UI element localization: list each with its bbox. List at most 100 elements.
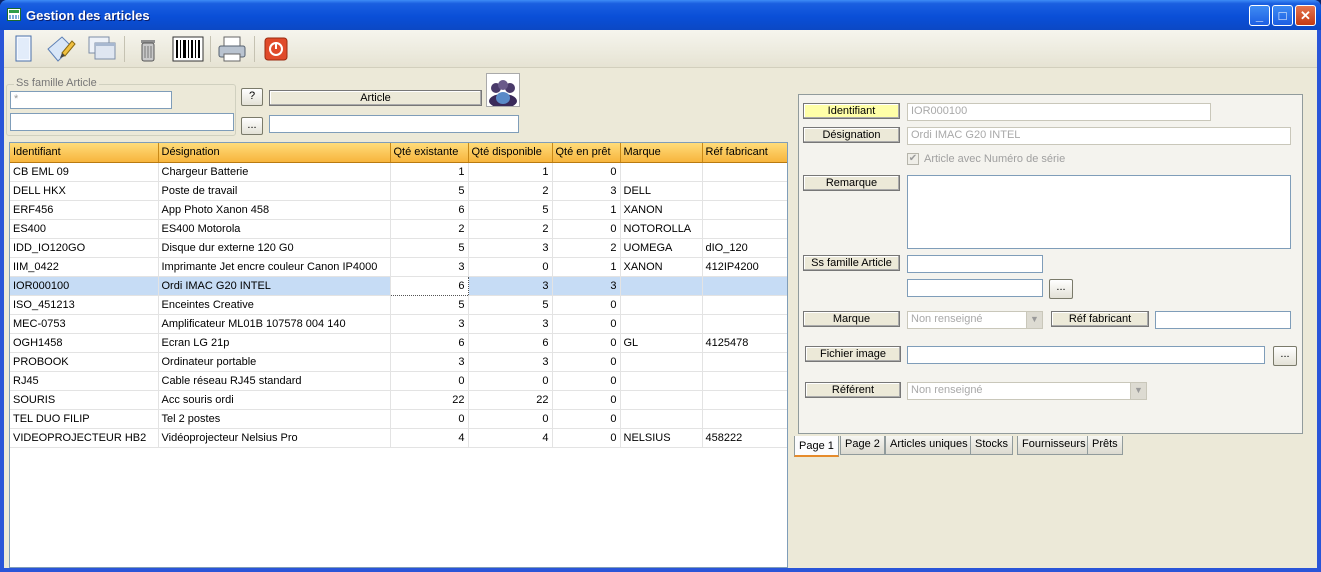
tab-page-1-content: Identifiant IOR000100 Désignation Ordi I… — [798, 94, 1303, 434]
quit-icon[interactable] — [260, 33, 292, 65]
table-cell: GL — [620, 333, 703, 353]
column-header[interactable]: Qté disponible — [468, 143, 553, 163]
table-row[interactable]: MEC-0753 Amplificateur ML01B 107578 004 1… — [10, 314, 787, 334]
table-cell: 4 — [468, 428, 553, 448]
ssfamille-desc-field[interactable] — [907, 279, 1043, 297]
table-row[interactable]: VIDEOPROJECTEUR HB2 Vidéoprojecteur Nelsi… — [10, 428, 787, 448]
table-cell: Tel 2 postes — [158, 409, 391, 429]
marque-dropdown[interactable]: Non renseigné ▼ — [907, 311, 1043, 329]
toolbar — [4, 30, 1317, 68]
ssfamille-code-field[interactable] — [907, 255, 1043, 273]
table-cell: App Photo Xanon 458 — [158, 200, 391, 220]
table-cell: IDD_IO120GO — [10, 238, 159, 258]
table-cell: 6 — [468, 333, 553, 353]
edit-icon[interactable] — [44, 33, 76, 65]
column-header[interactable]: Identifiant — [10, 143, 159, 163]
articles-table[interactable]: Identifiant Désignation Qté existante Qté d… — [9, 142, 788, 568]
ssfamille-desc-input[interactable] — [10, 113, 234, 131]
app-window: Gestion des articles _ □ ✕ Ss famille Ar… — [0, 0, 1321, 572]
table-row[interactable]: IDD_IO120GO Disque dur externe 120 G0 5 3 2 U… — [10, 238, 787, 258]
table-row[interactable]: DELL HKX Poste de travail 5 2 3 DELL — [10, 181, 787, 201]
tab-articles-uniques[interactable]: Articles uniques — [885, 436, 973, 455]
print-icon[interactable] — [216, 33, 248, 65]
fichier-image-field[interactable] — [907, 346, 1265, 364]
table-cell: ISO_451213 — [10, 295, 159, 315]
browse-image-button[interactable]: ... — [1273, 346, 1297, 366]
maximize-button[interactable]: □ — [1272, 5, 1293, 26]
ref-fabricant-label: Réf fabricant — [1051, 311, 1149, 327]
column-header[interactable]: Désignation — [158, 143, 391, 163]
column-header[interactable]: Qté en prêt — [552, 143, 621, 163]
tab-prets[interactable]: Prêts — [1087, 436, 1123, 455]
ref-fabricant-field[interactable] — [1155, 311, 1291, 329]
table-cell: ES400 — [10, 219, 159, 239]
new-icon[interactable] — [8, 33, 40, 65]
remarque-label: Remarque — [803, 175, 900, 191]
ssfamille-filter-input[interactable]: * — [10, 91, 172, 109]
minimize-button[interactable]: _ — [1249, 5, 1270, 26]
table-cell: 5 — [390, 238, 469, 258]
table-cell: dIO_120 — [702, 238, 787, 258]
title-bar[interactable]: Gestion des articles _ □ ✕ — [0, 0, 1321, 30]
duplicate-icon[interactable] — [86, 33, 118, 65]
identifiant-label: Identifiant — [803, 103, 900, 119]
browse-ssfamille-detail-button[interactable]: ... — [1049, 279, 1073, 299]
chevron-down-icon[interactable]: ▼ — [1130, 383, 1146, 399]
close-button[interactable]: ✕ — [1295, 5, 1316, 26]
table-cell: 0 — [552, 428, 621, 448]
column-header[interactable]: Marque — [620, 143, 703, 163]
referent-dropdown[interactable]: Non renseigné ▼ — [907, 382, 1147, 400]
table-row[interactable]: CB EML 09 Chargeur Batterie 1 1 0 — [10, 162, 787, 182]
help-button[interactable]: ? — [241, 88, 263, 106]
table-cell: Poste de travail — [158, 181, 391, 201]
table-row[interactable]: IIM_0422 Imprimante Jet encre couleur Can… — [10, 257, 787, 277]
column-header[interactable]: Qté existante — [390, 143, 469, 163]
serial-checkbox[interactable]: ✔ — [907, 153, 919, 165]
table-cell: 3 — [552, 181, 621, 201]
browse-ssfamille-button[interactable]: ... — [241, 117, 263, 135]
chevron-down-icon[interactable]: ▼ — [1026, 312, 1042, 328]
table-cell: Ecran LG 21p — [158, 333, 391, 353]
table-cell — [702, 295, 787, 315]
article-search-input[interactable] — [269, 115, 519, 133]
table-cell: 0 — [552, 162, 621, 182]
delete-icon[interactable] — [132, 33, 164, 65]
table-cell — [620, 295, 703, 315]
table-cell: 4 — [390, 428, 469, 448]
table-cell — [620, 276, 703, 296]
article-button[interactable]: Article — [269, 90, 482, 106]
column-header[interactable]: Réf fabricant — [702, 143, 787, 163]
table-cell: 3 — [468, 276, 553, 296]
table-cell: 412IP4200 — [702, 257, 787, 277]
tab-page-2[interactable]: Page 2 — [840, 436, 885, 455]
designation-field[interactable]: Ordi IMAC G20 INTEL — [907, 127, 1291, 145]
table-row[interactable]: PROBOOK Ordinateur portable 3 3 0 — [10, 352, 787, 372]
barcode-icon[interactable] — [172, 33, 204, 65]
remarque-textarea[interactable] — [907, 175, 1291, 249]
table-row[interactable]: ERF456 App Photo Xanon 458 6 5 1 XANON — [10, 200, 787, 220]
table-cell: Ordi IMAC G20 INTEL — [158, 276, 391, 296]
table-row[interactable]: ES400 ES400 Motorola 2 2 0 NOTOROLLA — [10, 219, 787, 239]
table-cell: 0 — [552, 295, 621, 315]
table-cell: Enceintes Creative — [158, 295, 391, 315]
table-cell — [702, 409, 787, 429]
table-row[interactable]: IOR000100 Ordi IMAC G20 INTEL 6 3 3 — [10, 275, 787, 296]
window-title: Gestion des articles — [26, 8, 150, 23]
tab-stocks[interactable]: Stocks — [970, 436, 1014, 455]
table-row[interactable]: RJ45 Cable réseau RJ45 standard 0 0 0 — [10, 371, 787, 391]
table-cell: 22 — [468, 390, 553, 410]
tab-fournisseurs[interactable]: Fournisseurs — [1017, 436, 1091, 455]
table-row[interactable]: ISO_451213 Enceintes Creative 5 5 0 — [10, 295, 787, 315]
table-cell: 0 — [552, 409, 621, 429]
table-row[interactable]: TEL DUO FILIP Tel 2 postes 0 0 0 — [10, 409, 787, 429]
table-cell: DELL HKX — [10, 181, 159, 201]
table-cell — [702, 181, 787, 201]
table-cell: 0 — [468, 371, 553, 391]
table-row[interactable]: OGH1458 Ecran LG 21p 6 6 0 GL 4125478 — [10, 333, 787, 353]
identifiant-field: IOR000100 — [907, 103, 1211, 121]
table-row[interactable]: SOURIS Acc souris ordi 22 22 0 — [10, 390, 787, 410]
tab-page-1[interactable]: Page 1 — [794, 436, 839, 457]
users-icon[interactable] — [486, 73, 520, 108]
table-cell: 0 — [552, 333, 621, 353]
referent-value: Non renseigné — [911, 384, 983, 396]
